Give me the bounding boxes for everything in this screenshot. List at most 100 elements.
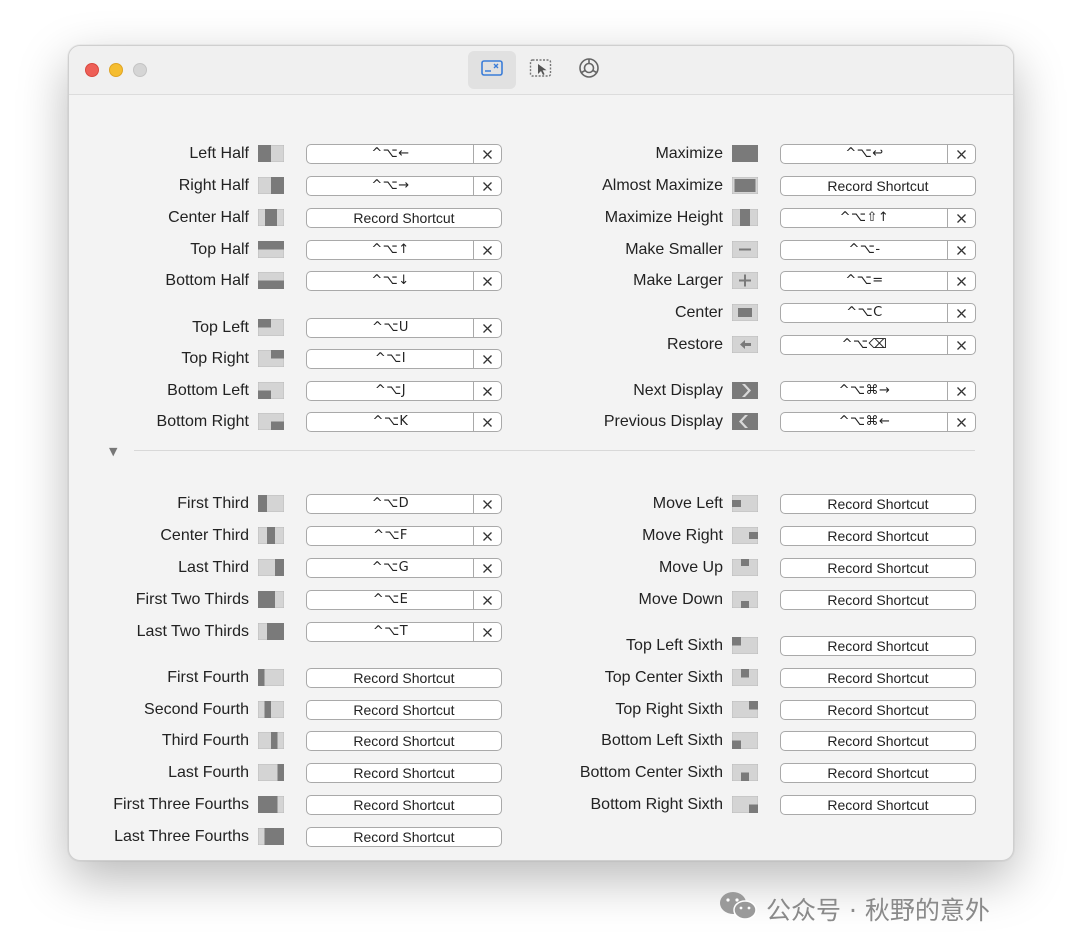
shortcut-label: Top Left Sixth — [626, 637, 723, 654]
shortcut-keys: ^⌥⌘→ — [838, 383, 891, 398]
shortcut-recorder[interactable]: ^⌥↩ — [780, 144, 976, 164]
shortcut-row: Top Left Sixth Record Shortcut — [69, 634, 1013, 658]
shortcut-recorder[interactable]: Record Shortcut — [780, 590, 976, 610]
minimize-button[interactable] — [109, 63, 123, 77]
shortcut-recorder[interactable]: ^⌥C — [780, 303, 976, 323]
shortcut-label: Center — [674, 304, 723, 321]
clear-shortcut-icon[interactable] — [947, 382, 975, 400]
shortcut-row: Move Left Record Shortcut — [69, 492, 1013, 516]
shortcut-row: Almost Maximize Record Shortcut — [69, 174, 1013, 198]
record-shortcut-text: Record Shortcut — [827, 528, 929, 544]
shortcut-recorder[interactable]: ^⌥⌘← — [780, 412, 976, 432]
shortcut-label: Next Display — [633, 382, 723, 399]
record-shortcut-text: Record Shortcut — [827, 560, 929, 576]
shortcut-row: Make Smaller ^⌥- — [69, 238, 1013, 262]
section-divider — [134, 450, 975, 451]
shortcut-label: Top Right Sixth — [615, 701, 723, 718]
settings-gear-icon — [578, 57, 600, 84]
clear-shortcut-icon[interactable] — [947, 241, 975, 259]
shortcut-label: Move Right — [642, 527, 723, 544]
tab-general[interactable] — [565, 51, 613, 89]
maximize-icon — [731, 144, 759, 163]
move-left-icon — [731, 494, 759, 513]
top-left-sixth-icon — [731, 636, 759, 655]
shortcut-label: Move Left — [652, 495, 723, 512]
clear-shortcut-icon[interactable] — [947, 304, 975, 322]
clear-shortcut-icon[interactable] — [947, 272, 975, 290]
clear-shortcut-icon[interactable] — [947, 413, 975, 431]
shortcut-recorder[interactable]: Record Shortcut — [780, 668, 976, 688]
make-smaller-icon — [731, 240, 759, 259]
shortcut-recorder[interactable]: Record Shortcut — [780, 731, 976, 751]
shortcut-recorder[interactable]: Record Shortcut — [780, 636, 976, 656]
preferences-window: Left Half ^⌥← Right Half ^⌥→ Center Half Reco… — [68, 45, 1014, 861]
clear-shortcut-icon[interactable] — [947, 145, 975, 163]
shortcut-row: Top Right Sixth Record Shortcut — [69, 698, 1013, 722]
record-shortcut-text: Record Shortcut — [827, 670, 929, 686]
shortcut-row: Maximize ^⌥↩ — [69, 142, 1013, 166]
shortcut-label: Last Three Fourths — [114, 828, 249, 845]
top-right-sixth-icon — [731, 700, 759, 719]
shortcut-recorder[interactable]: ^⌥= — [780, 271, 976, 291]
bottom-left-sixth-icon — [731, 731, 759, 750]
shortcut-keys: ^⌥- — [848, 242, 881, 257]
shortcut-label: Bottom Right Sixth — [590, 796, 724, 813]
shortcut-recorder[interactable]: Record Shortcut — [780, 176, 976, 196]
shortcut-row: Previous Display ^⌥⌘← — [69, 410, 1013, 434]
shortcut-label: Bottom Left Sixth — [601, 732, 723, 749]
record-shortcut-text: Record Shortcut — [827, 496, 929, 512]
shortcut-keys: ^⌥↩ — [845, 146, 884, 161]
shortcut-row: Move Up Record Shortcut — [69, 556, 1013, 580]
shortcut-recorder[interactable]: ^⌥⌫ — [780, 335, 976, 355]
shortcut-keys: ^⌥⌘← — [838, 414, 891, 429]
shortcut-keys: ^⌥= — [845, 273, 884, 288]
shortcut-recorder[interactable]: Record Shortcut — [780, 795, 976, 815]
bottom-right-sixth-icon — [731, 795, 759, 814]
shortcut-row: Move Right Record Shortcut — [69, 524, 1013, 548]
shortcut-row: Make Larger ^⌥= — [69, 269, 1013, 293]
record-shortcut-text: Record Shortcut — [827, 765, 929, 781]
shortcut-recorder[interactable]: Record Shortcut — [306, 827, 502, 847]
shortcut-keys: ^⌥⇧↑ — [839, 210, 890, 225]
shortcut-row: Center ^⌥C — [69, 301, 1013, 325]
shortcut-label: Move Down — [638, 591, 723, 608]
window-snapping-icon — [481, 59, 503, 82]
close-button[interactable] — [85, 63, 99, 77]
shortcut-row: Bottom Left Sixth Record Shortcut — [69, 729, 1013, 753]
shortcut-label: Make Smaller — [625, 241, 723, 258]
shortcut-recorder[interactable]: ^⌥⇧↑ — [780, 208, 976, 228]
record-shortcut-text: Record Shortcut — [827, 702, 929, 718]
move-down-icon — [731, 590, 759, 609]
shortcut-label: Restore — [666, 336, 723, 353]
top-center-sixth-icon — [731, 668, 759, 687]
record-shortcut-text: Record Shortcut — [827, 797, 929, 813]
shortcut-keys: ^⌥C — [846, 305, 883, 320]
disclosure-triangle-icon[interactable]: ▼ — [109, 445, 117, 458]
shortcut-label: Almost Maximize — [602, 177, 723, 194]
shortcut-recorder[interactable]: Record Shortcut — [780, 558, 976, 578]
title-bar — [69, 46, 1013, 95]
record-shortcut-text: Record Shortcut — [827, 592, 929, 608]
shortcut-recorder[interactable]: Record Shortcut — [780, 526, 976, 546]
shortcut-label: Top Center Sixth — [604, 669, 723, 686]
shortcut-row: Bottom Right Sixth Record Shortcut — [69, 793, 1013, 817]
shortcut-label: Previous Display — [603, 413, 723, 430]
record-shortcut-text: Record Shortcut — [827, 638, 929, 654]
shortcut-recorder[interactable]: Record Shortcut — [780, 763, 976, 783]
zoom-button[interactable] — [133, 63, 147, 77]
clear-shortcut-icon[interactable] — [947, 336, 975, 354]
tab-shortcuts[interactable] — [468, 51, 516, 89]
maximize-height-icon — [731, 208, 759, 227]
shortcut-row: Next Display ^⌥⌘→ — [69, 379, 1013, 403]
clear-shortcut-icon[interactable] — [947, 209, 975, 227]
record-shortcut-text: Record Shortcut — [827, 733, 929, 749]
shortcut-recorder[interactable]: ^⌥- — [780, 240, 976, 260]
shortcut-recorder[interactable]: Record Shortcut — [780, 700, 976, 720]
shortcut-label: Move Up — [658, 559, 723, 576]
move-up-icon — [731, 558, 759, 577]
shortcut-recorder[interactable]: Record Shortcut — [780, 494, 976, 514]
shortcut-label: Maximize — [655, 145, 723, 162]
shortcut-row: Maximize Height ^⌥⇧↑ — [69, 206, 1013, 230]
shortcut-recorder[interactable]: ^⌥⌘→ — [780, 381, 976, 401]
tab-snap-areas[interactable] — [517, 51, 565, 89]
